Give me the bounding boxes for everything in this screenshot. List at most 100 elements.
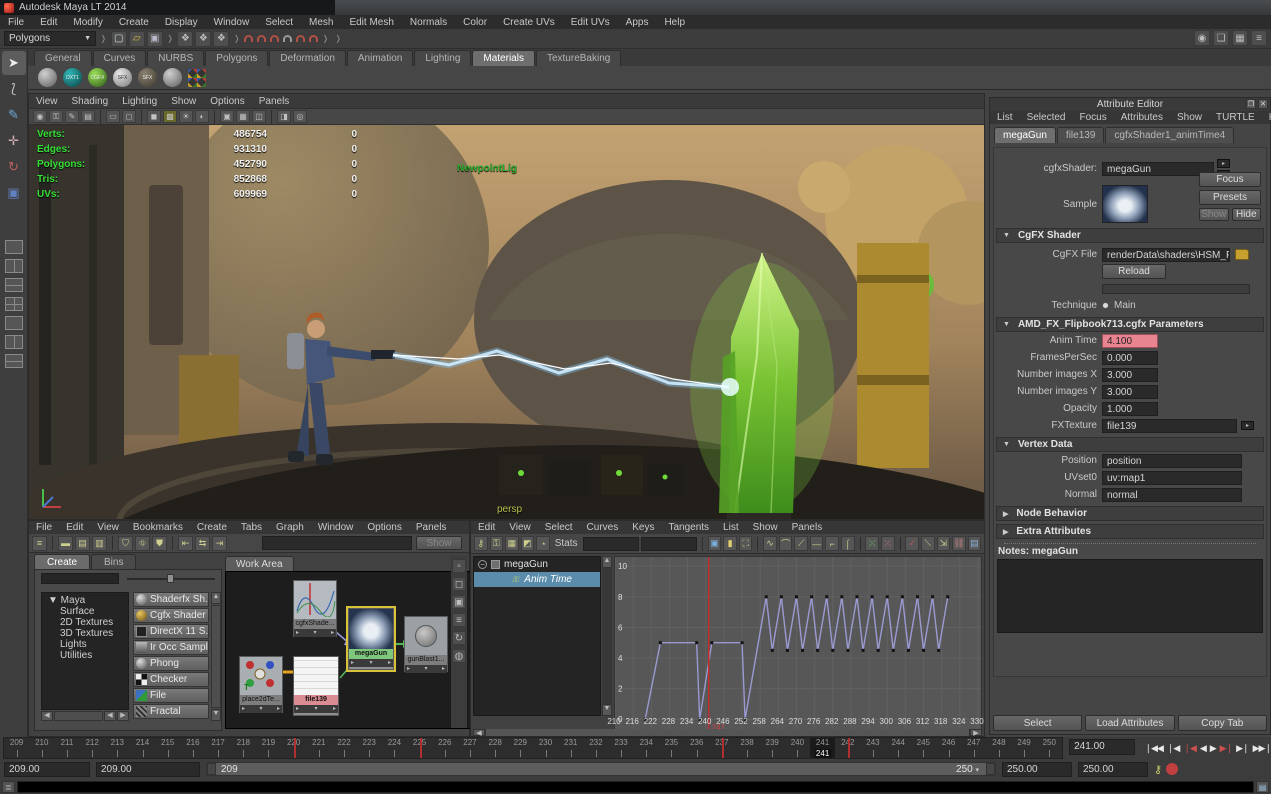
frame-239[interactable]: 239 <box>760 738 785 758</box>
shelf-tab-animation[interactable]: Animation <box>346 50 414 66</box>
frame-236[interactable]: 236 <box>684 738 709 758</box>
shadows-icon[interactable]: ◐ <box>195 110 209 123</box>
ae-menu-show[interactable]: Show <box>1170 112 1209 123</box>
rotate-tool[interactable]: ↻ <box>2 155 26 179</box>
frame-232[interactable]: 232 <box>583 738 608 758</box>
prev-graph-icon[interactable]: ⇤ <box>178 535 193 551</box>
ae-menu-list[interactable]: List <box>990 112 1020 123</box>
ae-menu-focus[interactable]: Focus <box>1072 112 1113 123</box>
curve-colors-icon[interactable]: ▤ <box>967 536 982 551</box>
graph-updown-icon[interactable]: ⛗ <box>135 535 150 551</box>
frame-220[interactable]: 220 <box>281 738 306 758</box>
playback-start-field[interactable]: 209.00 <box>96 761 200 777</box>
snap-point-icon[interactable] <box>270 35 280 42</box>
wireframe-icon[interactable]: ◻ <box>122 110 136 123</box>
fxtexture-field[interactable]: file139 <box>1102 418 1237 433</box>
output-connection-button[interactable]: ▸ <box>1217 158 1230 168</box>
script-editor-icon[interactable]: ▤ <box>1256 780 1269 793</box>
graph-menu-edit[interactable]: Edit <box>471 522 502 533</box>
go-to-start-button[interactable]: ❘◀◀ <box>1145 743 1164 754</box>
frame-209[interactable]: 209 <box>4 738 29 758</box>
graph-plot-area[interactable]: 241 0 2 4 6 8 10 <box>614 556 982 734</box>
shelf-tab-polygons[interactable]: Polygons <box>205 50 269 66</box>
node-type-directx-11-s[interactable]: DirectX 11 S... <box>133 624 209 639</box>
graph-h-scrollbar[interactable]: ◀ ▶ <box>473 729 982 737</box>
swatch-small-icon[interactable]: ▫ <box>452 559 466 573</box>
cgfx-icon[interactable]: CGFX <box>88 68 107 87</box>
swatch-size-slider[interactable] <box>127 573 215 583</box>
pre-infinity-icon[interactable]: ⇲ <box>936 536 951 551</box>
swatch-large-icon[interactable]: ▣ <box>452 595 466 609</box>
auto-keyframe-icon[interactable] <box>1166 763 1179 775</box>
close-icon[interactable]: ✕ <box>1258 99 1268 109</box>
frame-243[interactable]: 243 <box>860 738 885 758</box>
render-view-icon[interactable]: ◉ <box>1194 30 1210 46</box>
hypershade-menu-edit[interactable]: Edit <box>59 522 90 533</box>
mel-toggle-icon[interactable]: ≣ <box>2 780 15 793</box>
break-tangents-icon[interactable]: ⤬ <box>865 536 879 551</box>
frame-244[interactable]: 244 <box>886 738 911 758</box>
flat-tangent-icon[interactable]: — <box>809 536 824 551</box>
range-end-handle[interactable] <box>986 763 995 775</box>
section-vertex-data[interactable]: ▼ Vertex Data <box>996 437 1264 452</box>
swatches-medium-icon[interactable]: ▤ <box>75 535 90 551</box>
menu-help[interactable]: Help <box>656 16 693 29</box>
clear-graph-icon[interactable]: ⇥ <box>212 535 227 551</box>
time-ruler[interactable]: 209 210 211 212 213 214 215 216 217 218 219 220 221 2… <box>3 737 1064 759</box>
insert-key-icon[interactable]: ⚿ <box>489 536 504 551</box>
hypershade-menu-bookmarks[interactable]: Bookmarks <box>126 522 190 533</box>
node-place2dtexture[interactable]: T place2dTe... ▸ ▾ ▸ <box>239 656 283 713</box>
lighting-all-icon[interactable]: ☀ <box>179 110 193 123</box>
node-megagun[interactable]: megaGun ▸ ▾ ▸ <box>346 606 396 672</box>
ae-tab-file139[interactable]: file139 <box>1056 127 1105 143</box>
undock-icon[interactable]: ❐ <box>1246 99 1256 109</box>
ae-menu-turtle[interactable]: TURTLE <box>1209 112 1262 123</box>
graph-menu-view[interactable]: View <box>502 522 538 533</box>
stats-time-field[interactable] <box>582 536 639 551</box>
panel-layout-icon[interactable]: ❏ <box>1213 30 1229 46</box>
section-node-behavior[interactable]: ▶ Node Behavior <box>996 506 1264 521</box>
bookmark-icon[interactable]: ▤ <box>81 110 95 123</box>
stats-value-field[interactable] <box>640 536 697 551</box>
vertex-field-position[interactable]: position <box>1102 453 1242 468</box>
work-area-tab[interactable]: Work Area <box>225 556 294 572</box>
focus-button[interactable]: Focus <box>1199 172 1261 187</box>
frame-245[interactable]: 245 <box>911 738 936 758</box>
step-back-frame-button[interactable]: ❘◀ <box>1167 743 1181 754</box>
tree-item-surface[interactable]: Surface <box>42 606 128 617</box>
xray-icon[interactable]: ◨ <box>277 110 291 123</box>
menu-set-selector[interactable]: Polygons ▼ <box>4 31 96 46</box>
animation-end-field[interactable]: 250.00 <box>1078 761 1148 777</box>
paint-select-tool[interactable]: ✎ <box>2 103 26 127</box>
frame-227[interactable]: 227 <box>457 738 482 758</box>
frame-249[interactable]: 249 <box>1012 738 1037 758</box>
frame-228[interactable]: 228 <box>483 738 508 758</box>
frame-217[interactable]: 217 <box>206 738 231 758</box>
ae-menu-help[interactable]: Help <box>1262 112 1271 123</box>
tree-item-3d-textures[interactable]: 3D Textures <box>42 628 128 639</box>
persp-graph-layout[interactable] <box>4 354 23 368</box>
frame-247[interactable]: 247 <box>961 738 986 758</box>
menu-modify[interactable]: Modify <box>65 16 110 29</box>
frame-214[interactable]: 214 <box>130 738 155 758</box>
graph-menu-keys[interactable]: Keys <box>625 522 661 533</box>
next-graph-icon[interactable]: ⇆ <box>195 535 210 551</box>
snap-grid-icon[interactable] <box>244 35 254 42</box>
frame-242[interactable]: 242 <box>835 738 860 758</box>
hypershade-menu-tabs[interactable]: Tabs <box>234 522 269 533</box>
isolate-select-icon[interactable]: ◎ <box>293 110 307 123</box>
swatch-medium-icon[interactable]: ◻ <box>452 577 466 591</box>
browse-folder-icon[interactable] <box>1235 249 1249 260</box>
command-input[interactable] <box>17 780 1254 793</box>
frame-233[interactable]: 233 <box>609 738 634 758</box>
select-tool[interactable]: ➤ <box>1 51 26 75</box>
scale-tool[interactable]: ▣ <box>2 181 26 205</box>
hypershade-persp-layout[interactable] <box>4 335 23 349</box>
cgfxshader-name-field[interactable]: megaGun <box>1102 161 1214 176</box>
graph-menu-list[interactable]: List <box>716 522 746 533</box>
hypershade-menu-create[interactable]: Create <box>190 522 234 533</box>
dxt1-icon[interactable]: DXT1 <box>63 68 82 87</box>
sfx-icon[interactable]: SFX <box>113 68 132 87</box>
hypershade-tab-create[interactable]: Create <box>34 554 91 570</box>
frame-235[interactable]: 235 <box>659 738 684 758</box>
